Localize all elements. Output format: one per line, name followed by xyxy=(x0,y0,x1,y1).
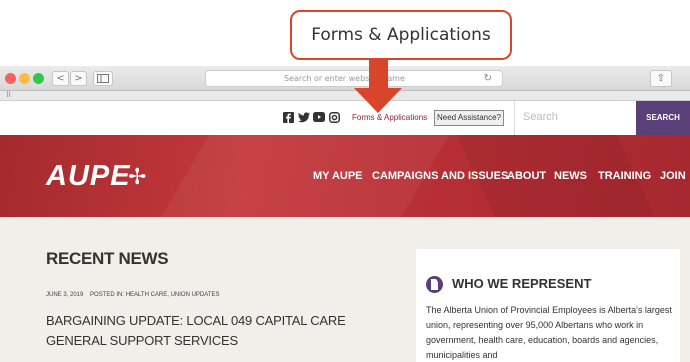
post-date: JUNE 3, 2019 xyxy=(46,292,84,298)
callout-label: Forms & Applications xyxy=(311,25,491,45)
sidebar-icon[interactable] xyxy=(93,71,113,86)
nav-about[interactable]: ABOUT xyxy=(507,170,546,182)
share-icon[interactable]: ⇧ xyxy=(650,70,672,87)
aupe-logo[interactable]: AUPE xyxy=(46,160,131,193)
site-search-input[interactable]: Search xyxy=(514,101,636,135)
post-meta: JUNE 3, 2019 POSTED IN: HEALTH CARE, UNI… xyxy=(46,292,220,298)
minimize-window-icon[interactable] xyxy=(19,73,30,84)
maple-leaf-icon: ✢ xyxy=(128,164,147,189)
back-button[interactable]: < xyxy=(52,71,69,86)
who-we-represent-text: The Alberta Union of Provincial Employee… xyxy=(426,305,672,360)
recent-news-heading: RECENT NEWS xyxy=(46,249,169,268)
nav-campaigns-and-issues[interactable]: CAMPAIGNS AND ISSUES xyxy=(372,170,508,182)
apps-grid-icon[interactable]: ⠿ xyxy=(6,92,11,99)
alberta-map-icon xyxy=(426,276,443,293)
who-we-represent-title: WHO WE REPRESENT xyxy=(452,276,592,291)
nav-join[interactable]: JOIN xyxy=(660,170,686,182)
need-assistance-button[interactable]: Need Assistance? xyxy=(434,110,504,126)
nav-my-aupe[interactable]: MY AUPE xyxy=(313,170,363,182)
instagram-icon[interactable] xyxy=(328,112,340,124)
facebook-icon[interactable] xyxy=(282,112,294,124)
main-content: RECENT NEWS JUNE 3, 2019 POSTED IN: HEAL… xyxy=(0,217,690,362)
post-categories[interactable]: POSTED IN: HEALTH CARE, UNION UPDATES xyxy=(90,292,219,298)
search-placeholder: Search xyxy=(523,111,558,123)
close-window-icon[interactable] xyxy=(5,73,16,84)
browser-toolbar: < > Search or enter website name ↻ ⇧ xyxy=(0,66,690,91)
favorites-bar: ⠿ xyxy=(0,91,690,101)
youtube-icon[interactable] xyxy=(313,112,325,124)
nav-training[interactable]: TRAINING xyxy=(598,170,651,182)
forms-applications-callout: Forms & Applications xyxy=(290,10,512,60)
main-navigation: AUPE ✢ MY AUPE CAMPAIGNS AND ISSUES ABOU… xyxy=(0,135,690,217)
utility-bar: Forms & Applications Need Assistance? Se… xyxy=(0,101,690,135)
reload-icon[interactable]: ↻ xyxy=(484,71,492,86)
zoom-window-icon[interactable] xyxy=(33,73,44,84)
address-bar[interactable]: Search or enter website name ↻ xyxy=(205,70,503,87)
who-we-represent-card: WHO WE REPRESENT The Alberta Union of Pr… xyxy=(416,249,680,362)
nav-news[interactable]: NEWS xyxy=(554,170,587,182)
pointer-arrow-head xyxy=(354,88,402,113)
forms-applications-link[interactable]: Forms & Applications xyxy=(352,113,427,122)
search-button[interactable]: SEARCH xyxy=(636,101,690,135)
twitter-icon[interactable] xyxy=(298,112,310,124)
news-article-title[interactable]: BARGAINING UPDATE: LOCAL 049 CAPITAL CAR… xyxy=(46,311,386,351)
forward-button[interactable]: > xyxy=(70,71,87,86)
